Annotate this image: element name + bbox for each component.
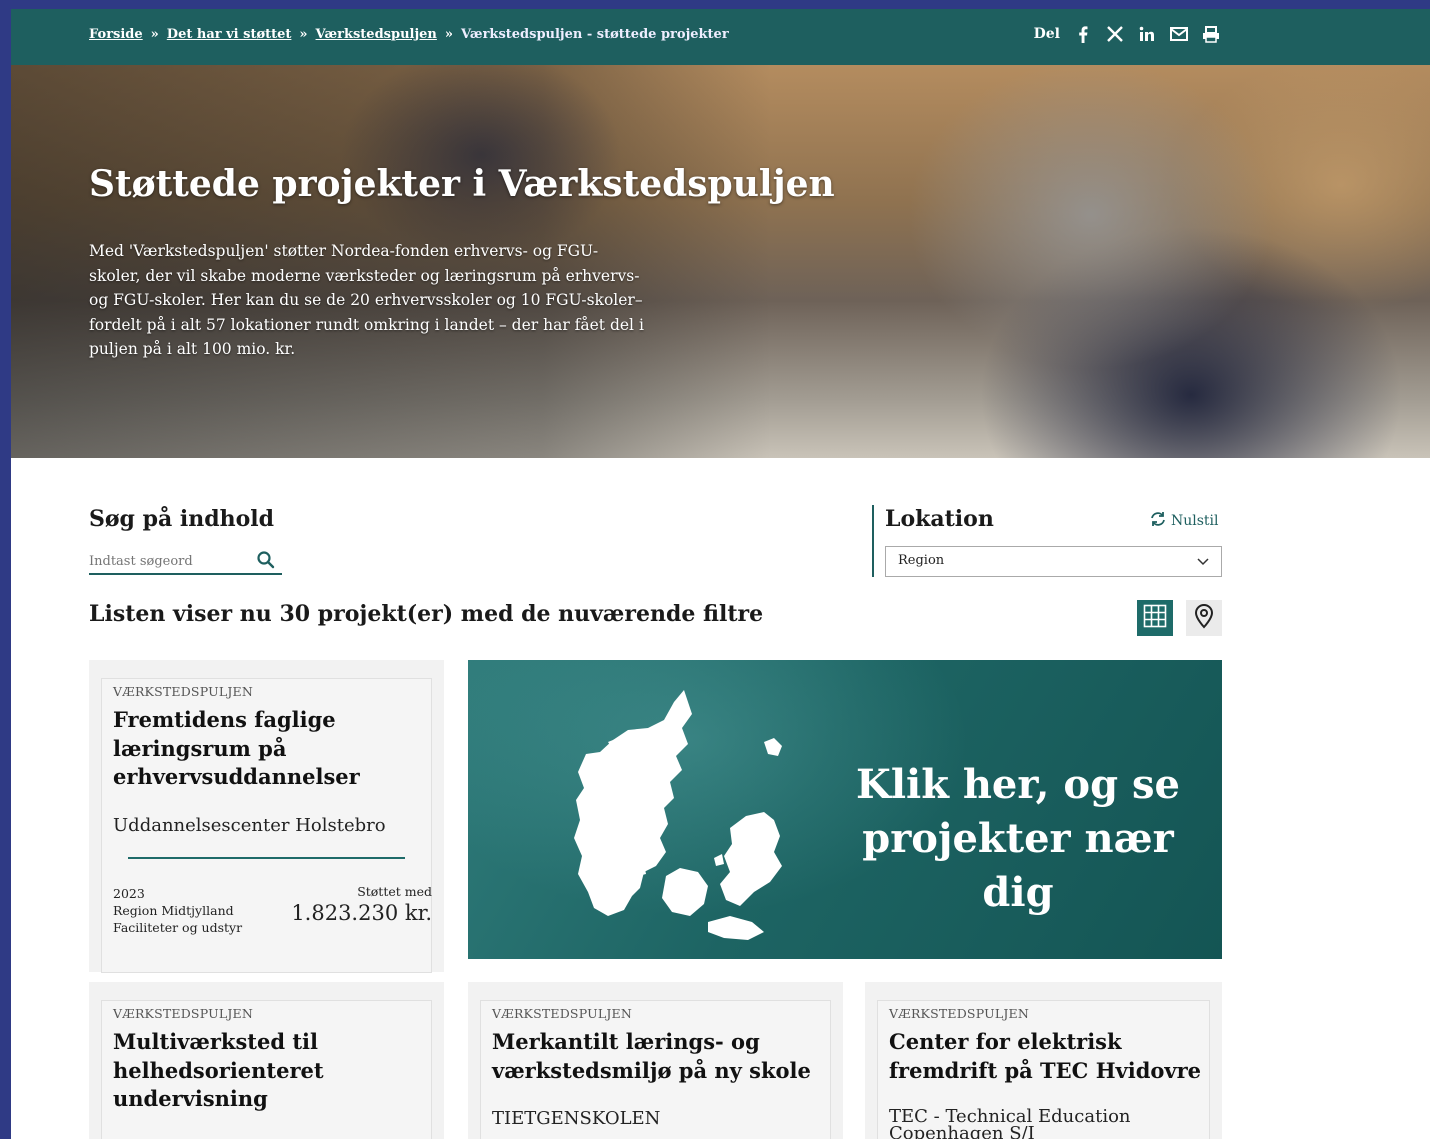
linkedin-icon[interactable] bbox=[1138, 25, 1156, 43]
breadcrumb: Forside » Det har vi støttet » Værksteds… bbox=[89, 27, 729, 42]
hero-description: Med 'Værkstedspuljen' støtter Nordea-fon… bbox=[89, 242, 644, 358]
page-frame: Forside » Det har vi støttet » Værksteds… bbox=[11, 9, 1430, 1139]
region-select-value: Region bbox=[898, 553, 945, 568]
card-organisation: TEC - Technical Education Copenhagen S/I bbox=[889, 1106, 1131, 1139]
card-title: Merkantilt lærings- og værkstedsmiljø på… bbox=[492, 1029, 811, 1083]
card-title: Multiværksted til helhedsorienteret unde… bbox=[113, 1029, 324, 1111]
reset-button[interactable]: Nulstil bbox=[1149, 511, 1219, 531]
grid-icon bbox=[1143, 604, 1167, 632]
share-label: Del bbox=[1033, 26, 1060, 42]
breadcrumb-separator: » bbox=[444, 27, 454, 42]
search-field bbox=[89, 549, 282, 575]
map-banner-text: Klik her, og se projekter nær dig bbox=[856, 761, 1180, 916]
search-input[interactable] bbox=[89, 549, 249, 573]
card-region: Region Midtjylland bbox=[113, 903, 234, 918]
card-year: 2023 bbox=[113, 886, 145, 901]
card-supported-label: Støttet med bbox=[357, 884, 432, 899]
card-organisation: TIETGENSKOLEN bbox=[492, 1108, 661, 1129]
card-tag: VÆRKSTEDSPULJEN bbox=[113, 1006, 253, 1021]
search-heading: Søg på indhold bbox=[89, 506, 275, 532]
breadcrumb-separator: » bbox=[150, 27, 159, 42]
breadcrumb-current: Værkstedspuljen - støttede projekter bbox=[461, 27, 729, 42]
chevron-down-icon bbox=[1197, 555, 1209, 567]
x-icon[interactable] bbox=[1106, 25, 1124, 43]
search-icon[interactable] bbox=[256, 550, 276, 570]
mail-icon[interactable] bbox=[1170, 25, 1188, 43]
filter-divider bbox=[872, 505, 874, 577]
breadcrumb-separator: » bbox=[299, 27, 308, 42]
reset-label: Nulstil bbox=[1171, 513, 1219, 529]
page-title: Støttede projekter i Værkstedspuljen bbox=[89, 163, 835, 205]
share-bar: Del bbox=[1034, 25, 1220, 43]
print-icon[interactable] bbox=[1202, 25, 1220, 43]
card-category: Faciliteter og udstyr bbox=[113, 920, 243, 935]
map-pin-icon bbox=[1193, 603, 1215, 633]
location-heading: Lokation bbox=[885, 506, 994, 532]
refresh-icon bbox=[1149, 511, 1167, 531]
breadcrumb-link-home[interactable]: Forside bbox=[89, 27, 143, 42]
project-card[interactable]: VÆRKSTEDSPULJEN Fremtidens faglige lærin… bbox=[89, 660, 444, 973]
region-select[interactable]: Region bbox=[885, 546, 1222, 577]
map-view-button[interactable] bbox=[1186, 600, 1222, 636]
card-tag: VÆRKSTEDSPULJEN bbox=[889, 1006, 1029, 1021]
hero-image: Støttede projekter i Værkstedspuljen Med… bbox=[11, 65, 1430, 458]
card-title: Fremtidens faglige læringsrum på erhverv… bbox=[113, 707, 360, 789]
breadcrumb-link-supported[interactable]: Det har vi støttet bbox=[167, 27, 292, 42]
card-tag: VÆRKSTEDSPULJEN bbox=[113, 684, 253, 699]
project-card[interactable]: VÆRKSTEDSPULJEN Merkantilt lærings- og v… bbox=[468, 982, 843, 1139]
breadcrumb-link-pool[interactable]: Værkstedspuljen bbox=[316, 27, 437, 42]
card-organisation: Uddannelsescenter Holstebro bbox=[113, 815, 386, 836]
top-bar: Forside » Det har vi støttet » Værksteds… bbox=[11, 9, 1430, 65]
project-card[interactable]: VÆRKSTEDSPULJEN Center for elektrisk fre… bbox=[865, 982, 1222, 1139]
card-divider bbox=[128, 857, 405, 859]
project-card[interactable]: VÆRKSTEDSPULJEN Multiværksted til helhed… bbox=[89, 982, 444, 1139]
card-title: Center for elektrisk fremdrift på TEC Hv… bbox=[889, 1029, 1202, 1083]
card-meta: 2023 Region Midtjylland Faciliteter og u… bbox=[113, 885, 242, 936]
grid-view-button[interactable] bbox=[1137, 600, 1173, 636]
facebook-icon[interactable] bbox=[1074, 25, 1092, 43]
card-amount: 1.823.230 kr. bbox=[291, 901, 432, 925]
map-banner[interactable]: Klik her, og se projekter nær dig bbox=[468, 660, 1222, 959]
card-tag: VÆRKSTEDSPULJEN bbox=[492, 1006, 632, 1021]
results-count-heading: Listen viser nu 30 projekt(er) med de nu… bbox=[89, 601, 764, 627]
